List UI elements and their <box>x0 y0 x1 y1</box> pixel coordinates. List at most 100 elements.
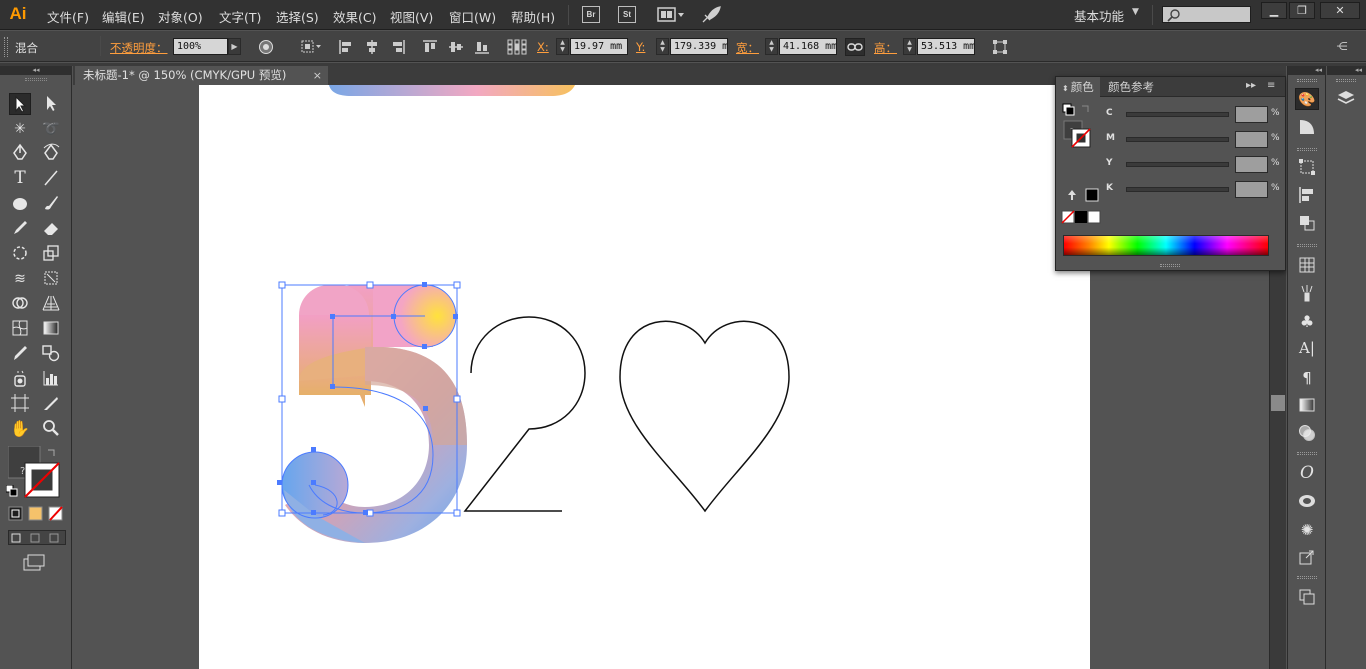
lasso-tool[interactable]: ➰ <box>40 118 62 140</box>
collapse-dock-icon[interactable]: ◂◂ <box>1288 66 1326 75</box>
gradient-tool[interactable] <box>40 318 62 340</box>
column-graph-tool[interactable] <box>40 368 62 390</box>
cyan-value-input[interactable] <box>1235 106 1268 123</box>
restore-button[interactable]: ❐ <box>1289 2 1315 19</box>
menu-file[interactable]: 文件(F) <box>47 7 89 26</box>
black-value-input[interactable] <box>1235 181 1268 198</box>
hand-tool[interactable]: ✋ <box>9 418 31 440</box>
blend-tool[interactable] <box>40 343 62 365</box>
cc-libraries-icon[interactable] <box>1295 491 1319 513</box>
scale-tool[interactable] <box>40 243 62 265</box>
cyan-track[interactable] <box>1126 112 1229 117</box>
free-transform-tool[interactable] <box>40 268 62 290</box>
menu-effect[interactable]: 效果(C) <box>333 7 376 26</box>
default-fill-stroke-icon[interactable] <box>5 484 18 497</box>
paintbrush-tool[interactable] <box>40 193 62 215</box>
appearance-icon[interactable]: ✺ <box>1295 519 1319 541</box>
align-center-icon[interactable] <box>364 39 380 55</box>
collapse-toolbar-icon[interactable]: ◂◂ <box>0 66 72 75</box>
chevron-down-icon[interactable]: ▼ <box>1132 7 1139 17</box>
eyedropper-tool[interactable] <box>9 343 31 365</box>
stock-button[interactable]: St <box>618 6 636 23</box>
gpu-performance-button[interactable] <box>700 5 722 25</box>
menu-help[interactable]: 帮助(H) <box>511 7 555 26</box>
align-icon[interactable] <box>1295 185 1319 207</box>
symbols-icon[interactable]: ♣ <box>1295 311 1319 333</box>
curvature-tool[interactable] <box>40 143 62 165</box>
workspace-switcher[interactable]: 基本功能 <box>1074 6 1124 25</box>
opacity-dropdown-arrow[interactable]: ▶ <box>228 38 241 55</box>
scrollbar-thumb[interactable] <box>1271 395 1285 411</box>
color-icon[interactable]: 🎨 <box>1295 88 1319 110</box>
width-stepper[interactable]: ▲ ▼ <box>765 38 778 55</box>
transform-icon[interactable] <box>992 39 1008 55</box>
ellipse-tool[interactable] <box>9 193 31 215</box>
menu-window[interactable]: 窗口(W) <box>449 7 496 26</box>
opacity-input[interactable]: 100% <box>173 38 228 55</box>
symbol-sprayer-tool[interactable] <box>9 368 31 390</box>
layers-icon[interactable] <box>1334 88 1358 110</box>
fill-stroke-mini[interactable]: ? <box>1062 103 1091 149</box>
magenta-value-input[interactable] <box>1235 131 1268 148</box>
direct-selection-tool[interactable] <box>40 93 62 115</box>
control-panel-menu-icon[interactable]: ⋲ <box>1334 39 1350 55</box>
pencil-tool[interactable] <box>9 218 31 240</box>
yellow-track[interactable] <box>1126 162 1229 167</box>
y-stepper[interactable]: ▲ ▼ <box>656 38 669 55</box>
drawing-mode-buttons[interactable] <box>8 530 66 545</box>
eraser-tool[interactable] <box>40 218 62 240</box>
rotate-tool[interactable] <box>9 243 31 265</box>
close-window-button[interactable]: ✕ <box>1320 2 1360 19</box>
pathfinder-icon[interactable] <box>1295 213 1319 235</box>
tab-color-guide[interactable]: 颜色参考 <box>1102 77 1160 97</box>
transparency-icon[interactable] <box>1295 423 1319 445</box>
mesh-tool[interactable] <box>9 318 31 340</box>
pen-tool[interactable] <box>9 143 31 165</box>
arrange-documents-button[interactable] <box>657 6 685 24</box>
collapse-dock-icon[interactable]: ◂◂ <box>1327 66 1366 75</box>
width-tool[interactable]: ≋ <box>9 268 31 290</box>
height-stepper[interactable]: ▲ ▼ <box>903 38 916 55</box>
menu-select[interactable]: 选择(S) <box>276 7 319 26</box>
gradient-icon[interactable] <box>1295 395 1319 417</box>
black-slider[interactable]: K % <box>1106 181 1282 199</box>
character-icon[interactable]: A| <box>1295 339 1319 361</box>
x-input[interactable]: 19.97 mm <box>570 38 628 55</box>
resize-grip-icon[interactable] <box>1160 264 1180 267</box>
transform-grid-icon[interactable] <box>507 39 527 55</box>
recolor-artwork-icon[interactable] <box>258 39 274 55</box>
perspective-grid-tool[interactable] <box>40 293 62 315</box>
shape-builder-tool[interactable] <box>9 293 31 315</box>
color-guide-icon[interactable] <box>1295 117 1319 139</box>
export-icon[interactable] <box>1295 547 1319 569</box>
swatches-icon[interactable] <box>1295 255 1319 277</box>
document-tab[interactable]: 未标题-1* @ 150% (CMYK/GPU 预览) × <box>75 66 328 85</box>
menu-type[interactable]: 文字(T) <box>219 7 261 26</box>
constrain-proportions-button[interactable] <box>845 38 865 56</box>
black-track[interactable] <box>1126 187 1229 192</box>
yellow-slider[interactable]: Y % <box>1106 156 1282 174</box>
menu-edit[interactable]: 编辑(E) <box>102 7 145 26</box>
color-spectrum[interactable] <box>1063 235 1269 256</box>
zoom-tool[interactable] <box>40 418 62 440</box>
opacity-label[interactable]: 不透明度： <box>110 40 168 56</box>
align-left-icon[interactable] <box>338 39 354 55</box>
align-to-icon[interactable] <box>300 39 321 55</box>
align-top-icon[interactable] <box>422 39 438 55</box>
panel-menu-icon[interactable]: ≡ <box>1267 80 1275 91</box>
bridge-button[interactable]: Br <box>582 6 600 23</box>
type-tool[interactable]: T <box>9 168 31 190</box>
align-bottom-icon[interactable] <box>474 39 490 55</box>
menu-object[interactable]: 对象(O) <box>158 7 203 26</box>
quick-swatches[interactable] <box>1061 210 1103 224</box>
menu-view[interactable]: 视图(V) <box>390 7 433 26</box>
transform-icon[interactable] <box>1295 157 1319 179</box>
magic-wand-tool[interactable]: ✳ <box>9 118 31 140</box>
x-stepper[interactable]: ▲ ▼ <box>556 38 569 55</box>
minimize-button[interactable]: ▁ <box>1261 2 1287 19</box>
artboard-tool[interactable] <box>9 393 31 415</box>
align-right-icon[interactable] <box>390 39 406 55</box>
magenta-track[interactable] <box>1126 137 1229 142</box>
artboards-icon[interactable] <box>1295 587 1319 609</box>
search-help-input[interactable] <box>1162 6 1251 23</box>
